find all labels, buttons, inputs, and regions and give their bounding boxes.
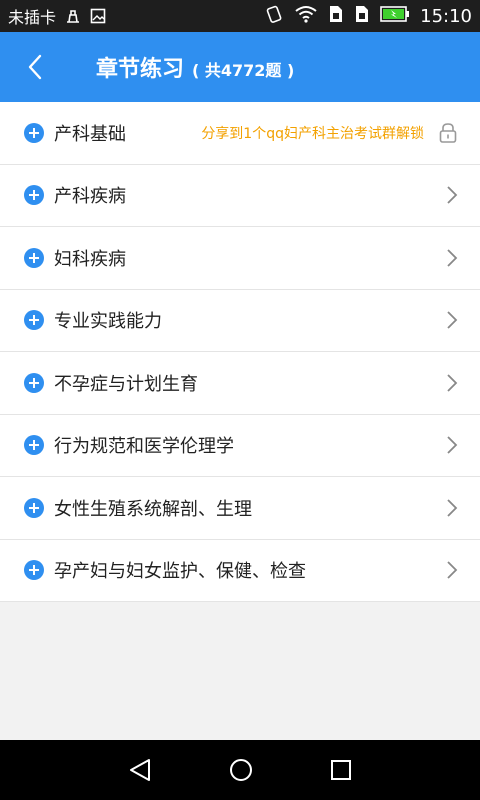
chevron-right-icon xyxy=(447,499,458,517)
chevron-right-icon xyxy=(447,374,458,392)
wifi-icon xyxy=(294,5,318,27)
chapter-item-7[interactable]: 女性生殖系统解剖、生理 xyxy=(0,477,480,540)
usb-icon xyxy=(64,8,82,24)
lock-icon xyxy=(439,122,457,143)
expand-plus-icon[interactable] xyxy=(24,497,44,518)
chevron-right-icon xyxy=(447,186,458,204)
chapter-label: 女性生殖系统解剖、生理 xyxy=(54,498,252,520)
nav-recents-icon[interactable] xyxy=(329,758,353,782)
nav-back-icon[interactable] xyxy=(127,757,153,783)
expand-plus-icon[interactable] xyxy=(24,310,44,331)
share-unlock-link[interactable]: 分享到1个qq妇产科主治考试群解锁 xyxy=(201,123,424,143)
expand-plus-icon[interactable] xyxy=(24,372,44,393)
sim2-icon xyxy=(354,5,370,27)
chapter-label: 产科基础 xyxy=(54,123,126,145)
chapter-label: 行为规范和医学伦理学 xyxy=(54,436,234,458)
chapter-item-8[interactable]: 孕产妇与妇女监护、保健、检查 xyxy=(0,540,480,602)
question-count: ( 共4772题 ) xyxy=(192,61,295,80)
expand-plus-icon[interactable] xyxy=(24,560,44,581)
clock-text: 15:10 xyxy=(420,5,472,27)
chapter-label: 产科疾病 xyxy=(54,186,126,208)
expand-plus-icon[interactable] xyxy=(24,435,44,456)
chapter-label: 不孕症与计划生育 xyxy=(54,373,198,395)
chapter-item-6[interactable]: 行为规范和医学伦理学 xyxy=(0,415,480,477)
carrier-text: 未插卡 xyxy=(8,8,57,27)
status-bar: 未插卡 15:10 xyxy=(0,0,480,32)
chapter-list: 产科基础 分享到1个qq妇产科主治考试群解锁 产科疾病 妇科疾病 专业实践能力 … xyxy=(0,102,480,602)
nfc-icon xyxy=(266,5,284,27)
nav-home-icon[interactable] xyxy=(228,757,254,783)
back-button[interactable] xyxy=(0,32,70,102)
chapter-item-3[interactable]: 妇科疾病 xyxy=(0,227,480,290)
chapter-label: 专业实践能力 xyxy=(54,311,162,333)
chapter-label: 孕产妇与妇女监护、保健、检查 xyxy=(54,561,306,583)
chevron-right-icon xyxy=(447,436,458,454)
chevron-right-icon xyxy=(447,311,458,329)
image-icon xyxy=(90,8,106,24)
expand-plus-icon[interactable] xyxy=(24,122,44,143)
expand-plus-icon[interactable] xyxy=(24,185,44,206)
chapter-item-5[interactable]: 不孕症与计划生育 xyxy=(0,352,480,415)
battery-icon xyxy=(380,6,410,26)
expand-plus-icon[interactable] xyxy=(24,247,44,268)
page-title-group: 章节练习 ( 共4772题 ) xyxy=(96,51,294,83)
chapter-item-4[interactable]: 专业实践能力 xyxy=(0,290,480,352)
chevron-left-icon xyxy=(28,54,42,80)
app-header: 章节练习 ( 共4772题 ) xyxy=(0,32,480,102)
chevron-right-icon xyxy=(447,561,458,579)
chapter-label: 妇科疾病 xyxy=(54,248,126,270)
page-title: 章节练习 xyxy=(96,57,185,82)
system-nav-bar xyxy=(0,740,480,800)
chapter-item-1[interactable]: 产科基础 分享到1个qq妇产科主治考试群解锁 xyxy=(0,102,480,165)
sim1-icon xyxy=(328,5,344,27)
chevron-right-icon xyxy=(447,249,458,267)
chapter-item-2[interactable]: 产科疾病 xyxy=(0,165,480,227)
